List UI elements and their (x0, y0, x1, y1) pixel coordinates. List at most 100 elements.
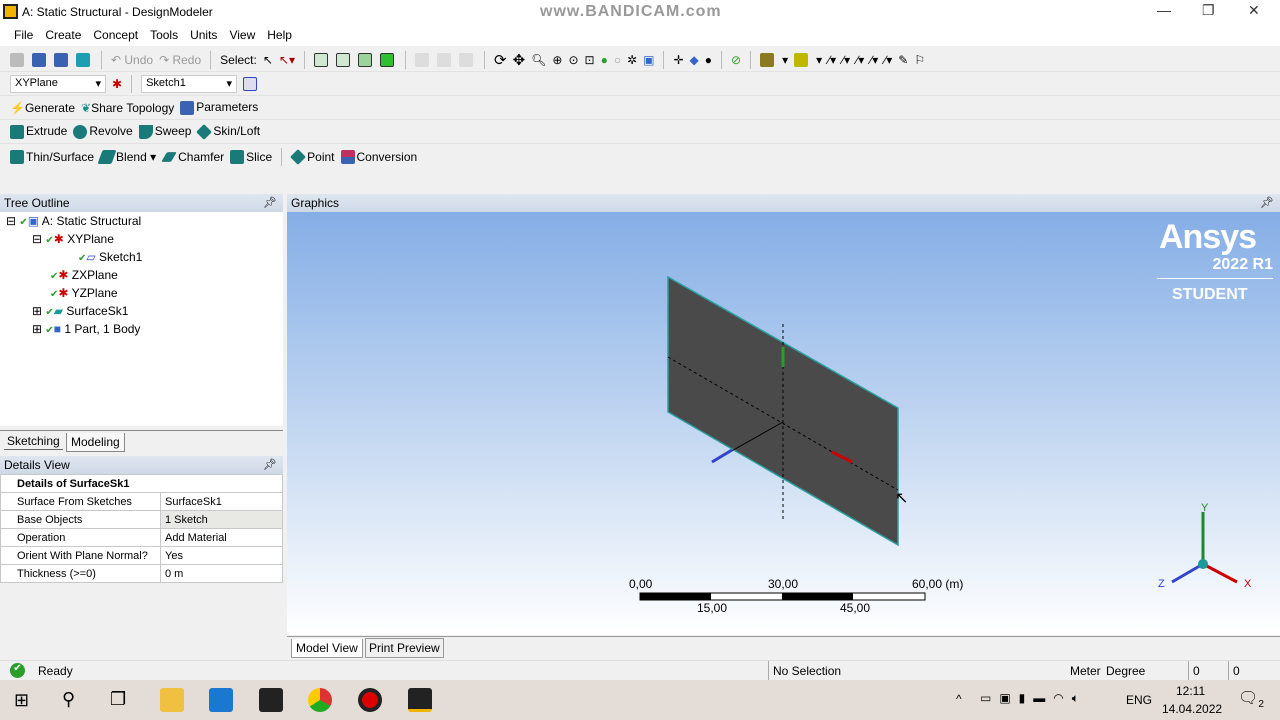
shrink-icon[interactable] (458, 52, 473, 67)
menu-file[interactable]: File (8, 24, 39, 46)
task-view-icon[interactable]: ❐ (110, 689, 126, 710)
tree-item-yzplane[interactable]: ✔✱ YZPlane (50, 286, 118, 300)
undo-button[interactable]: ↶ Undo (111, 53, 153, 67)
select-mode-icon[interactable]: ↖▾ (279, 53, 295, 67)
thin-surface-button[interactable]: Thin/Surface (10, 150, 94, 165)
graphics-viewport[interactable]: Ansys 2022 R1 STUDENT 0,00 30,00 60,00 (… (287, 212, 1280, 635)
new-plane-icon[interactable]: ✱ (112, 77, 122, 91)
select-point-icon[interactable] (313, 52, 328, 67)
pan-icon[interactable]: ✥ (513, 51, 526, 69)
triad (1171, 512, 1238, 584)
line-tool-5-icon[interactable]: ∕▾ (884, 53, 892, 67)
tab-modeling[interactable]: Modeling (66, 433, 125, 452)
tree-item-xyplane[interactable]: ⊟ ✔✱ XYPlane (32, 232, 114, 246)
pin-icon[interactable]: 📌︎ (1260, 196, 1274, 209)
notification-icon[interactable]: 🗨︎2 (1238, 688, 1264, 710)
tree-item-surfacesk1[interactable]: ⊞ ✔▰ SurfaceSk1 (32, 304, 128, 318)
mail-icon[interactable] (209, 688, 233, 712)
plane-select[interactable]: XYPlane ▾ (10, 74, 106, 93)
menu-tools[interactable]: Tools (144, 24, 184, 46)
bandicam-icon[interactable] (358, 688, 382, 712)
select-edge-icon[interactable] (335, 52, 350, 67)
new-icon[interactable] (10, 52, 24, 67)
pin-tool-icon[interactable]: ✎ (898, 53, 908, 67)
tree-item-parts[interactable]: ⊞ ✔■ 1 Part, 1 Body (32, 322, 140, 336)
select-body-icon[interactable] (379, 52, 394, 67)
title-bar: A: Static Structural - DesignModeler www… (0, 0, 1280, 24)
line-tool-1-icon[interactable]: ∕▾ (828, 53, 836, 67)
screenshot-icon[interactable] (76, 52, 90, 67)
tab-print-preview[interactable]: Print Preview (365, 638, 444, 658)
tray-icons[interactable]: ▭▣▮▬◠🔈︎ (980, 691, 1087, 706)
details-header[interactable]: Details of SurfaceSk1 (0, 474, 283, 493)
triad-icon[interactable]: ✛ (673, 53, 683, 67)
parameters-button[interactable]: Parameters (180, 100, 258, 115)
mode-tabs: Sketching Modeling (0, 430, 283, 452)
blend-button[interactable]: Blend ▾ (97, 150, 156, 165)
sketch-select[interactable]: Sketch1 ▾ (141, 74, 238, 93)
extend-icon[interactable] (414, 52, 429, 67)
search-icon[interactable]: ⚲ (62, 689, 75, 710)
tab-sketching[interactable]: Sketching (4, 433, 63, 450)
select-face-icon[interactable] (357, 52, 372, 67)
share-topology-button[interactable]: ❦Share Topology (81, 101, 174, 115)
workbench-icon[interactable] (259, 688, 283, 712)
menu-units[interactable]: Units (184, 24, 223, 46)
start-icon[interactable]: ⊞ (14, 690, 29, 711)
line-tool-3-icon[interactable]: ∕▾ (856, 53, 864, 67)
select-filter-icon[interactable] (794, 52, 809, 67)
menu-concept[interactable]: Concept (87, 24, 144, 46)
box-zoom-icon[interactable]: ⊕ (552, 53, 562, 67)
zoom-icon[interactable]: 🔍︎ (531, 53, 546, 67)
line-tool-4-icon[interactable]: ∕▾ (870, 53, 878, 67)
save-icon[interactable] (32, 52, 46, 67)
chrome-icon[interactable] (308, 688, 332, 712)
tree-item-sketch1[interactable]: ✔▱ Sketch1 (78, 250, 142, 264)
restore-button[interactable]: ❐ (1202, 2, 1215, 19)
view-icon[interactable]: ▣ (643, 53, 654, 67)
rotate-icon[interactable]: ⟳ (494, 51, 507, 69)
point-button[interactable]: Point (290, 149, 335, 166)
menu-help[interactable]: Help (261, 24, 298, 46)
tab-model-view[interactable]: Model View (291, 639, 363, 658)
look-at-icon[interactable]: ⊘ (731, 53, 741, 67)
line-tool-2-icon[interactable]: ∕▾ (842, 53, 850, 67)
language-indicator[interactable]: ENG (1126, 693, 1152, 707)
skin-loft-button[interactable]: Skin/Loft (196, 123, 260, 140)
expand-icon[interactable] (436, 52, 451, 67)
select-new-icon[interactable] (760, 52, 775, 67)
sweep-button[interactable]: Sweep (138, 124, 191, 139)
redo-button[interactable]: ↷ Redo (159, 53, 201, 67)
pin-icon[interactable]: 📌︎ (263, 458, 277, 471)
clock-time[interactable]: 12:11 (1176, 684, 1205, 698)
zoom-in-icon[interactable]: ● (601, 53, 608, 67)
zoom-fit-icon[interactable]: ⊙ (568, 53, 578, 67)
flag-icon[interactable]: ⚐ (914, 53, 925, 67)
minimize-button[interactable]: — (1157, 2, 1171, 18)
isometric-icon[interactable]: ✲ (627, 53, 637, 67)
extrude-button[interactable]: Extrude (10, 124, 67, 139)
close-button[interactable]: ✕ (1248, 2, 1260, 19)
tree-item-static-structural[interactable]: ⊟ ✔▣ A: Static Structural (6, 214, 141, 228)
menu-view[interactable]: View (223, 24, 261, 46)
designmodeler-icon[interactable] (408, 688, 432, 712)
conversion-button[interactable]: Conversion (340, 150, 417, 165)
tray-chevron-icon[interactable]: ^ (956, 692, 962, 706)
magnifier-icon[interactable]: ⊡ (585, 53, 595, 67)
file-explorer-icon[interactable] (160, 688, 184, 712)
zoom-out-icon[interactable]: ○ (614, 53, 621, 67)
pin-icon[interactable]: 📌︎ (263, 196, 277, 209)
select-pointer-icon[interactable]: ↖ (263, 53, 273, 67)
slice-button[interactable]: Slice (230, 150, 272, 165)
save-as-icon[interactable] (54, 52, 68, 67)
display-model-icon[interactable]: ◆ (690, 53, 699, 67)
revolve-button[interactable]: Revolve (73, 124, 133, 139)
tree-item-zxplane[interactable]: ✔✱ ZXPlane (50, 268, 118, 282)
point-display-icon[interactable]: ● (705, 53, 712, 67)
generate-button[interactable]: ⚡Generate (10, 101, 75, 115)
menu-create[interactable]: Create (39, 24, 87, 46)
clock-date[interactable]: 14.04.2022 (1162, 702, 1222, 716)
ansys-logo: Ansys (1159, 218, 1257, 256)
chamfer-button[interactable]: Chamfer (161, 150, 224, 165)
new-sketch-icon[interactable] (243, 76, 258, 91)
